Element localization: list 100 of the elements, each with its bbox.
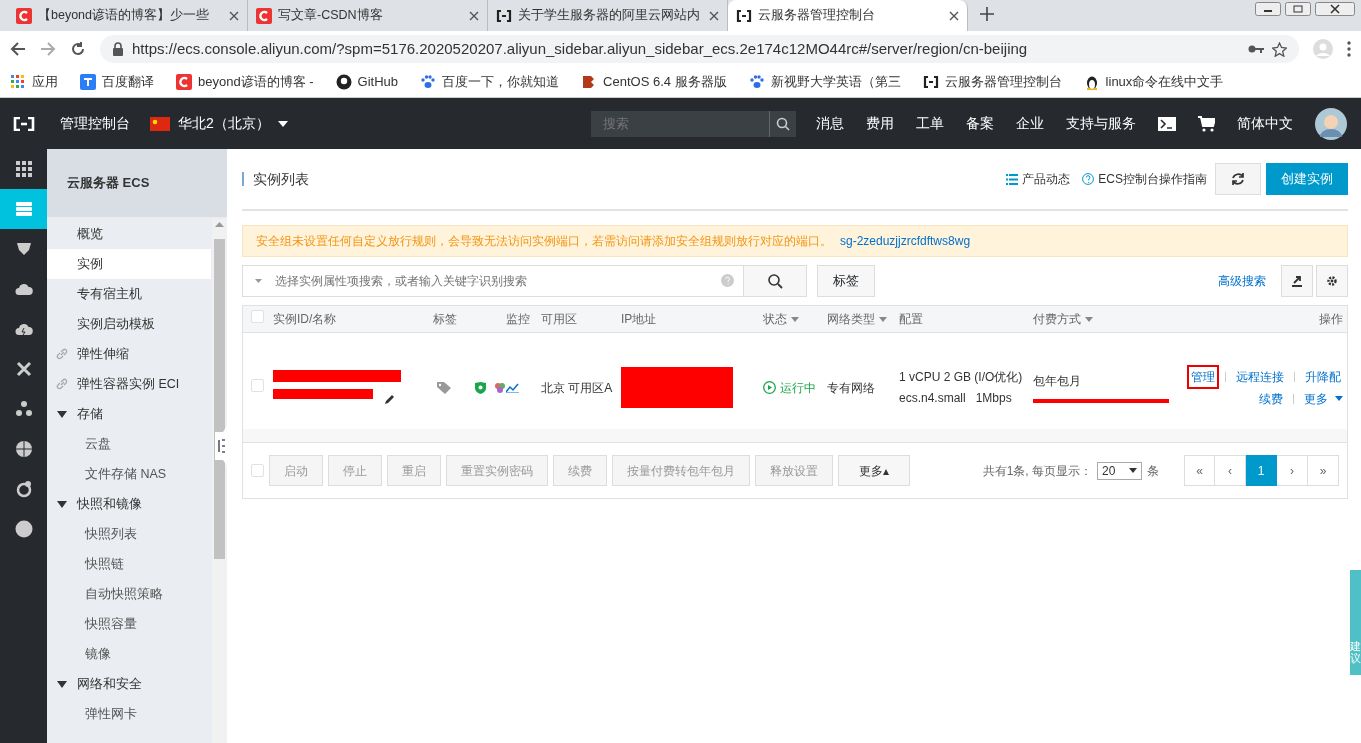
search-field[interactable]: 搜索 <box>591 110 769 137</box>
action-link[interactable]: 更多 <box>1302 388 1330 409</box>
grid-icon[interactable] <box>14 160 33 178</box>
language-link[interactable]: 简体中文 <box>1237 113 1293 134</box>
bookmark-link[interactable]: beyond谚语的博客 - <box>198 72 314 92</box>
browser-tab[interactable]: 写文章-CSDN博客 <box>248 0 488 31</box>
settings-button[interactable] <box>1316 265 1348 297</box>
avatar-icon[interactable] <box>1315 107 1347 140</box>
column-header[interactable]: 网络类型 <box>827 310 875 328</box>
action-link[interactable]: 远程连接 <box>1234 366 1286 387</box>
cart-icon[interactable] <box>1198 115 1215 132</box>
browser-tab[interactable]: 【beyond谚语的博客】少一些 <box>8 0 248 31</box>
nav-link[interactable]: 企业 <box>1016 113 1044 134</box>
caret-down-icon[interactable] <box>57 499 67 509</box>
nav-link[interactable]: 费用 <box>866 113 894 134</box>
page-button[interactable]: ‹ <box>1215 455 1246 486</box>
region-dropdown[interactable]: 华北2（北京） <box>150 113 288 134</box>
close-icon[interactable] <box>949 10 959 21</box>
sidebar-item[interactable]: 概览 <box>77 224 103 244</box>
page-button[interactable]: › <box>1277 455 1308 486</box>
caret-icon[interactable] <box>791 316 799 322</box>
bracket-logo-icon[interactable] <box>12 116 35 131</box>
sidebar-subitem[interactable]: 文件存储 NAS <box>47 464 167 484</box>
security-group-link[interactable]: sg-2zeduzjjzrcfdftws8wg <box>840 232 971 250</box>
close-icon[interactable] <box>469 10 479 21</box>
tag-button[interactable]: 标签 <box>817 265 875 297</box>
bookmark-link[interactable]: 应用 <box>32 72 58 92</box>
key-icon[interactable] <box>1248 44 1264 54</box>
tag-icon[interactable] <box>437 381 451 394</box>
sidebar-subitem[interactable]: 镜像 <box>47 644 111 664</box>
bookmark-link[interactable]: linux命令在线中文手 <box>1105 72 1224 92</box>
nav-link[interactable]: 消息 <box>816 113 844 134</box>
close-icon[interactable] <box>229 10 239 21</box>
shield-icon[interactable] <box>14 240 33 258</box>
close-icon[interactable] <box>709 10 719 21</box>
sidebar-item[interactable]: 弹性伸缩 <box>77 344 129 364</box>
nodes-icon[interactable] <box>14 400 33 418</box>
column-header[interactable]: 付费方式 <box>1033 310 1081 328</box>
bookmark-link[interactable]: CentOS 6.4 服务器版 <box>603 72 727 92</box>
caret-icon[interactable] <box>1085 316 1093 322</box>
scrollbar-thumb[interactable] <box>214 239 225 559</box>
nav-link[interactable]: 支持与服务 <box>1066 113 1136 134</box>
product-news-link[interactable]: 产品动态 <box>1022 170 1071 188</box>
select-all-checkbox[interactable] <box>251 310 264 323</box>
sidebar-item[interactable]: 网络和安全 <box>77 674 142 694</box>
star-icon[interactable] <box>1272 41 1287 57</box>
nav-link[interactable]: 备案 <box>966 113 994 134</box>
filter-search-field[interactable]: 选择实例属性项搜索，或者输入关键字识别搜索 <box>242 265 744 297</box>
globe-icon[interactable] <box>14 440 33 458</box>
sidebar-item[interactable]: 存储 <box>77 404 103 424</box>
sidebar-item[interactable]: 实例 <box>47 249 211 279</box>
caret-icon[interactable] <box>879 316 887 322</box>
action-link[interactable]: 升降配 <box>1303 366 1343 387</box>
caret-down-icon[interactable] <box>57 679 67 689</box>
sidebar-subitem[interactable]: 快照链 <box>47 554 124 574</box>
bookmark-link[interactable]: GitHub <box>357 72 399 92</box>
chart-icon[interactable] <box>506 382 519 393</box>
sidebar-subitem[interactable]: 快照列表 <box>47 524 137 544</box>
close-window-icon[interactable] <box>1315 2 1355 16</box>
sidebar-subitem[interactable]: 快照容量 <box>47 614 137 634</box>
column-header[interactable]: 状态 <box>763 310 787 328</box>
bookmark-link[interactable]: 新视野大学英语（第三 <box>770 72 901 92</box>
sidebar-subitem[interactable]: 自动快照策略 <box>47 584 163 604</box>
bookmark-link[interactable]: 百度一下，你就知道 <box>442 72 560 92</box>
new-tab-icon[interactable] <box>980 7 994 21</box>
sidebar-item[interactable]: 专有宿主机 <box>77 284 142 304</box>
circle-icon[interactable] <box>14 520 33 538</box>
search-button[interactable] <box>769 110 796 137</box>
page-button[interactable]: « <box>1184 455 1215 486</box>
menu-icon[interactable] <box>1347 41 1351 57</box>
page-button[interactable]: » <box>1308 455 1339 486</box>
guide-link[interactable]: ECS控制台操作指南 <box>1098 170 1207 188</box>
select-all-checkbox[interactable] <box>251 464 264 477</box>
row-checkbox[interactable] <box>251 378 264 392</box>
sidebar-item[interactable]: 快照和镜像 <box>77 494 142 514</box>
sidebar-subitem[interactable]: 弹性网卡 <box>47 704 137 724</box>
console-home-link[interactable]: 管理控制台 <box>60 113 130 134</box>
caret-icon[interactable] <box>255 279 262 283</box>
bookmark-link[interactable]: 百度翻译 <box>102 72 154 92</box>
advanced-search-link[interactable]: 高级搜索 <box>1218 272 1266 290</box>
action-link[interactable]: 管理 <box>1189 366 1217 387</box>
caret-down-icon[interactable] <box>57 409 67 419</box>
cross-icon[interactable] <box>14 360 33 378</box>
page-size-select[interactable]: 20 <box>1097 461 1142 480</box>
more-button[interactable]: 更多▴ <box>838 455 911 486</box>
sidebar-item[interactable]: 弹性容器实例 ECI <box>77 374 180 394</box>
browser-tab[interactable]: 云服务器管理控制台 <box>728 0 968 31</box>
sidebar-subitem[interactable]: 云盘 <box>47 434 111 454</box>
address-bar[interactable]: https://ecs.console.aliyun.com/?spm=5176.2020520207.aliyun_sidebar.aliyun_sidebar_ecs.2e174c12MO44rc#/server/region/cn-beijing <box>100 35 1299 63</box>
sidebar-item[interactable]: 实例启动模板 <box>77 314 155 334</box>
caret-icon[interactable] <box>1335 396 1343 401</box>
back-icon[interactable] <box>10 41 26 57</box>
refresh-button[interactable] <box>1215 163 1261 195</box>
bookmark-link[interactable]: 云服务器管理控制台 <box>944 72 1062 92</box>
export-button[interactable] <box>1281 265 1313 297</box>
collapse-handle-icon[interactable] <box>215 426 227 466</box>
nav-link[interactable]: 工单 <box>916 113 944 134</box>
reload-icon[interactable] <box>70 41 86 57</box>
action-link[interactable]: 续费 <box>1257 388 1285 409</box>
minimize-icon[interactable] <box>1255 2 1281 16</box>
